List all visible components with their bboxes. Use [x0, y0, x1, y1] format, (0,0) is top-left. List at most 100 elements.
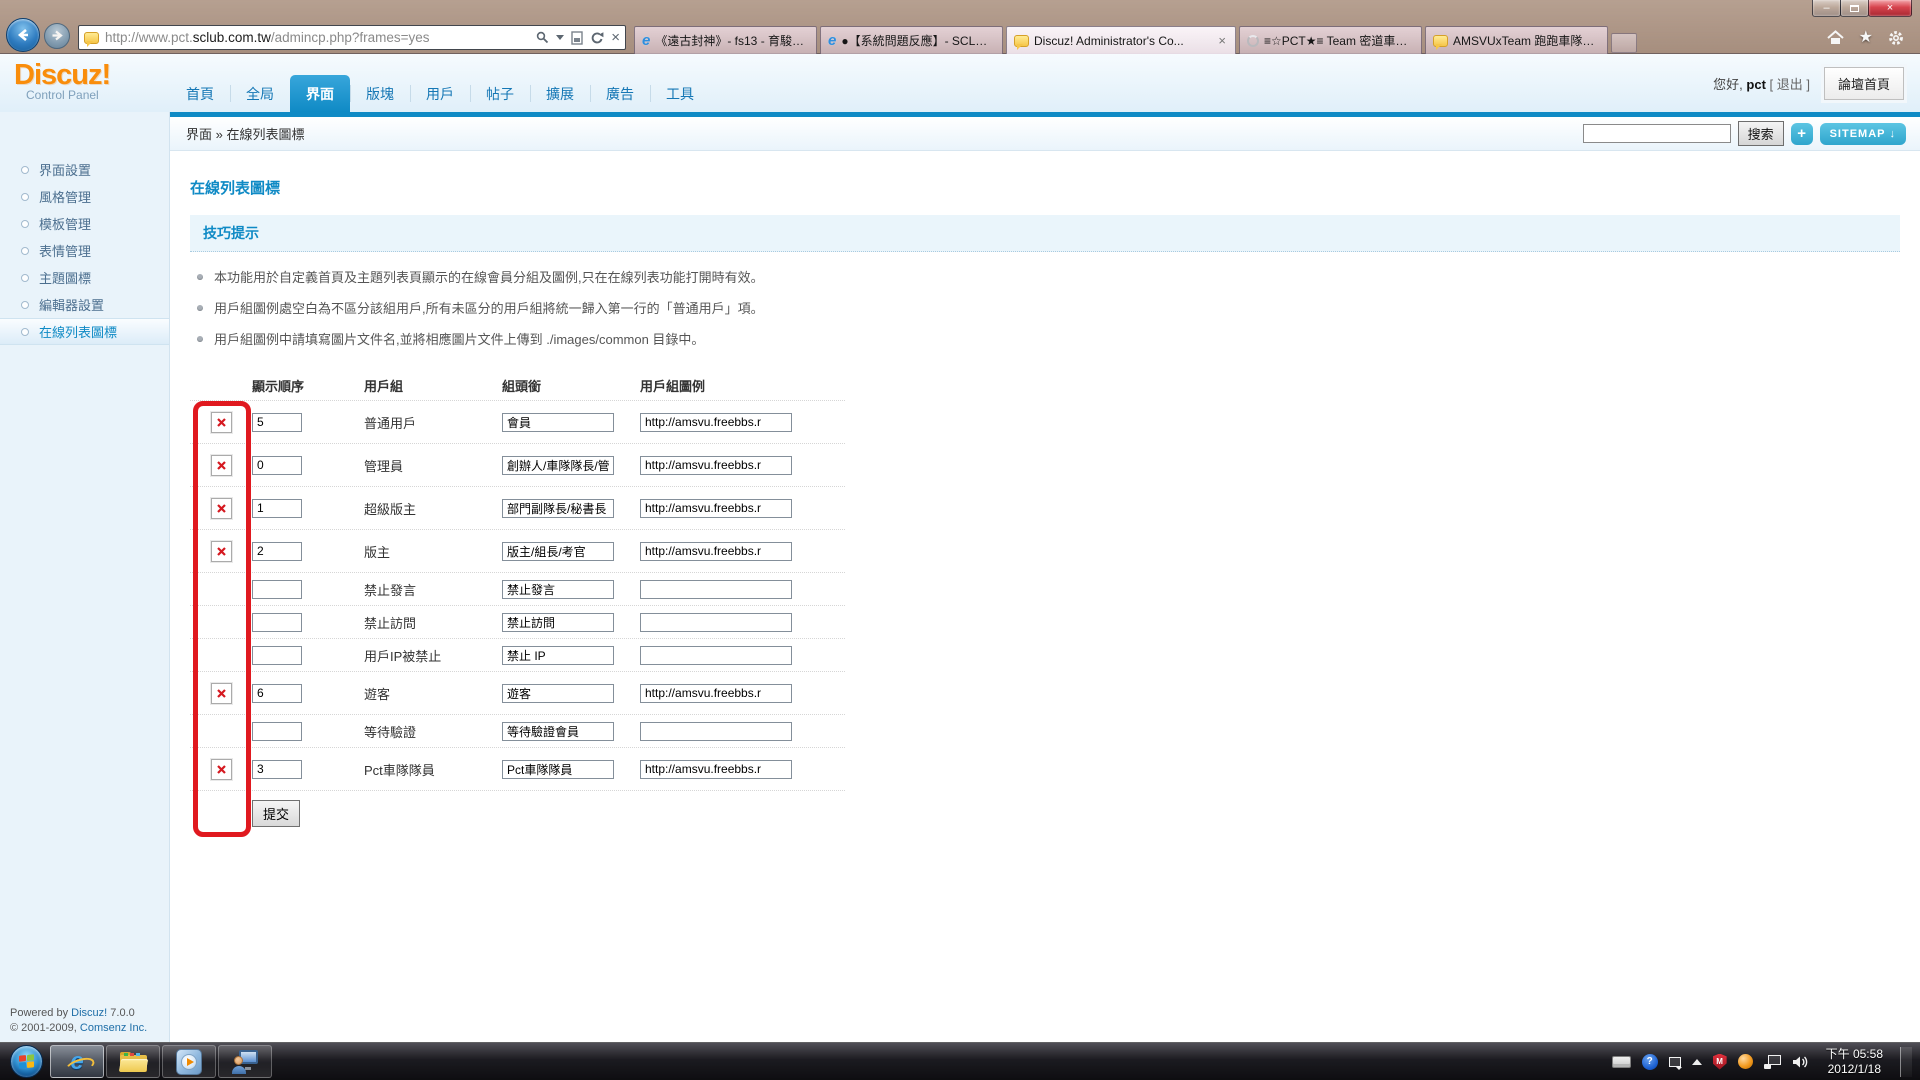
group-icon-url-input[interactable] — [640, 456, 792, 475]
show-desktop-button[interactable] — [1900, 1047, 1912, 1077]
page-title: 在線列表圖標 — [190, 177, 1920, 198]
display-order-input[interactable] — [252, 646, 302, 665]
group-title-input[interactable] — [502, 613, 614, 632]
group-icon-url-input[interactable] — [640, 580, 792, 599]
sidebar-item-editor-settings[interactable]: 編輯器設置 — [0, 291, 169, 318]
forum-home-button[interactable]: 論壇首頁 — [1824, 67, 1904, 100]
group-title-input[interactable] — [502, 456, 614, 475]
sidebar-item-smiley-manage[interactable]: 表情管理 — [0, 237, 169, 264]
browser-tab-4[interactable]: ≡☆PCT★≡ Team 密道車隊論... — [1239, 26, 1422, 54]
forward-button[interactable] — [44, 23, 70, 49]
tools-gear-icon[interactable] — [1888, 30, 1904, 46]
volume-icon[interactable] — [1792, 1055, 1809, 1069]
group-title-input[interactable] — [502, 580, 614, 599]
close-button[interactable]: × — [1868, 0, 1912, 17]
group-title-input[interactable] — [502, 542, 614, 561]
browser-tab-2[interactable]: e ●【系統問題反應】- SCLUB免... — [820, 26, 1003, 54]
taskbar-ie-button[interactable]: e — [50, 1045, 104, 1078]
group-title-input[interactable] — [502, 760, 614, 779]
group-icon-url-input[interactable] — [640, 542, 792, 561]
nav-tab-home[interactable]: 首頁 — [170, 75, 230, 112]
group-icon-url-input[interactable] — [640, 760, 792, 779]
group-icon-url-input[interactable] — [640, 413, 792, 432]
nav-tab-tools[interactable]: 工具 — [650, 75, 710, 112]
table-row: 禁止發言 — [190, 572, 845, 605]
display-order-input[interactable] — [252, 413, 302, 432]
ime-toolbar-icon[interactable] — [1669, 1057, 1681, 1067]
network-icon[interactable] — [1764, 1055, 1781, 1069]
back-button[interactable] — [6, 18, 40, 52]
sidebar-item-interface-settings[interactable]: 界面設置 — [0, 156, 169, 183]
taskbar-explorer-button[interactable] — [106, 1045, 160, 1078]
logout-link[interactable]: [ 退出 ] — [1770, 77, 1810, 92]
table-row: 禁止訪問 — [190, 605, 845, 638]
taskbar-media-player-button[interactable] — [162, 1045, 216, 1078]
group-icon-url-input[interactable] — [640, 499, 792, 518]
sidebar-menu: 界面設置 風格管理 模板管理 表情管理 主題圖標 編輯器設置 在線列表圖標 — [0, 112, 169, 345]
search-dropdown-icon[interactable] — [556, 35, 564, 40]
start-button[interactable] — [10, 1045, 43, 1078]
admin-nav: 首頁 全局 界面 版塊 用戶 帖子 擴展 廣告 工具 — [170, 54, 710, 112]
help-icon[interactable]: ? — [1642, 1054, 1658, 1070]
display-order-input[interactable] — [252, 542, 302, 561]
nav-tab-users[interactable]: 用戶 — [410, 75, 470, 112]
minimize-button[interactable]: – — [1812, 0, 1841, 17]
display-order-input[interactable] — [252, 722, 302, 741]
home-icon[interactable] — [1827, 30, 1844, 45]
sidebar-item-online-list-icons[interactable]: 在線列表圖標 — [0, 318, 169, 345]
group-icon-url-input[interactable] — [640, 613, 792, 632]
display-order-input[interactable] — [252, 580, 302, 599]
display-order-input[interactable] — [252, 499, 302, 518]
nav-tab-extend[interactable]: 擴展 — [530, 75, 590, 112]
nav-tab-posts[interactable]: 帖子 — [470, 75, 530, 112]
group-icon-url-input[interactable] — [640, 646, 792, 665]
browser-tab-5[interactable]: AMSVUxTeam 跑跑車隊論壇 ... — [1425, 26, 1608, 54]
mcafee-icon[interactable]: M — [1713, 1054, 1727, 1070]
sidebar-item-template-manage[interactable]: 模板管理 — [0, 210, 169, 237]
sitemap-button[interactable]: SITEMAP↓ — [1820, 123, 1906, 145]
discuz-link[interactable]: Discuz! — [71, 1007, 107, 1019]
group-title-input[interactable] — [502, 684, 614, 703]
refresh-icon[interactable] — [590, 31, 604, 45]
favorites-star-icon[interactable]: ★ — [1859, 30, 1873, 46]
search-button[interactable]: 搜索 — [1738, 121, 1784, 146]
display-order-input[interactable] — [252, 760, 302, 779]
stop-icon[interactable]: × — [611, 30, 620, 45]
nav-tab-global[interactable]: 全局 — [230, 75, 290, 112]
new-tab-button[interactable] — [1611, 33, 1637, 53]
display-order-input[interactable] — [252, 456, 302, 475]
group-icon-url-input[interactable] — [640, 722, 792, 741]
add-button[interactable]: + — [1791, 123, 1813, 145]
display-order-input[interactable] — [252, 684, 302, 703]
nav-tab-ads[interactable]: 廣告 — [590, 75, 650, 112]
group-title-input[interactable] — [502, 646, 614, 665]
window-titlebar: – × — [0, 0, 1920, 21]
submit-button[interactable]: 提交 — [252, 800, 300, 827]
nav-tab-interface[interactable]: 界面 — [290, 75, 350, 112]
comsenz-link[interactable]: Comsenz Inc. — [80, 1022, 147, 1034]
group-title-input[interactable] — [502, 499, 614, 518]
nav-tab-forums[interactable]: 版塊 — [350, 75, 410, 112]
compatibility-page-icon[interactable] — [571, 31, 583, 45]
submit-row: 提交 — [190, 790, 845, 836]
search-icon[interactable] — [536, 31, 549, 44]
address-bar[interactable]: http://www.pct.sclub.com.tw/admincp.php?… — [78, 25, 626, 50]
group-title-input[interactable] — [502, 413, 614, 432]
maximize-button[interactable] — [1840, 0, 1869, 17]
browser-tab-3-active[interactable]: Discuz! Administrator's Co... × — [1006, 26, 1236, 54]
group-icon-url-input[interactable] — [640, 684, 792, 703]
table-row: 版主 — [190, 529, 845, 572]
ime-keyboard-icon[interactable] — [1612, 1056, 1631, 1068]
orange-app-icon[interactable] — [1738, 1054, 1753, 1069]
tab-close-icon[interactable]: × — [1216, 33, 1228, 48]
admin-search-input[interactable] — [1583, 124, 1731, 143]
browser-tab-1[interactable]: e 《遠古封神》- fs13 - 育駿網頁... — [634, 26, 817, 54]
sidebar-item-topic-icons[interactable]: 主題圖標 — [0, 264, 169, 291]
taskbar-clock[interactable]: 下午 05:58 2012/1/18 — [1826, 1047, 1883, 1077]
group-title-input[interactable] — [502, 722, 614, 741]
sidebar-item-style-manage[interactable]: 風格管理 — [0, 183, 169, 210]
tip-item: 用戶組圖例中請填寫圖片文件名,並將相應圖片文件上傳到 ./images/comm… — [190, 323, 1920, 354]
display-order-input[interactable] — [252, 613, 302, 632]
taskbar-messenger-button[interactable] — [218, 1045, 272, 1078]
show-hidden-icons-arrow[interactable] — [1692, 1059, 1702, 1065]
